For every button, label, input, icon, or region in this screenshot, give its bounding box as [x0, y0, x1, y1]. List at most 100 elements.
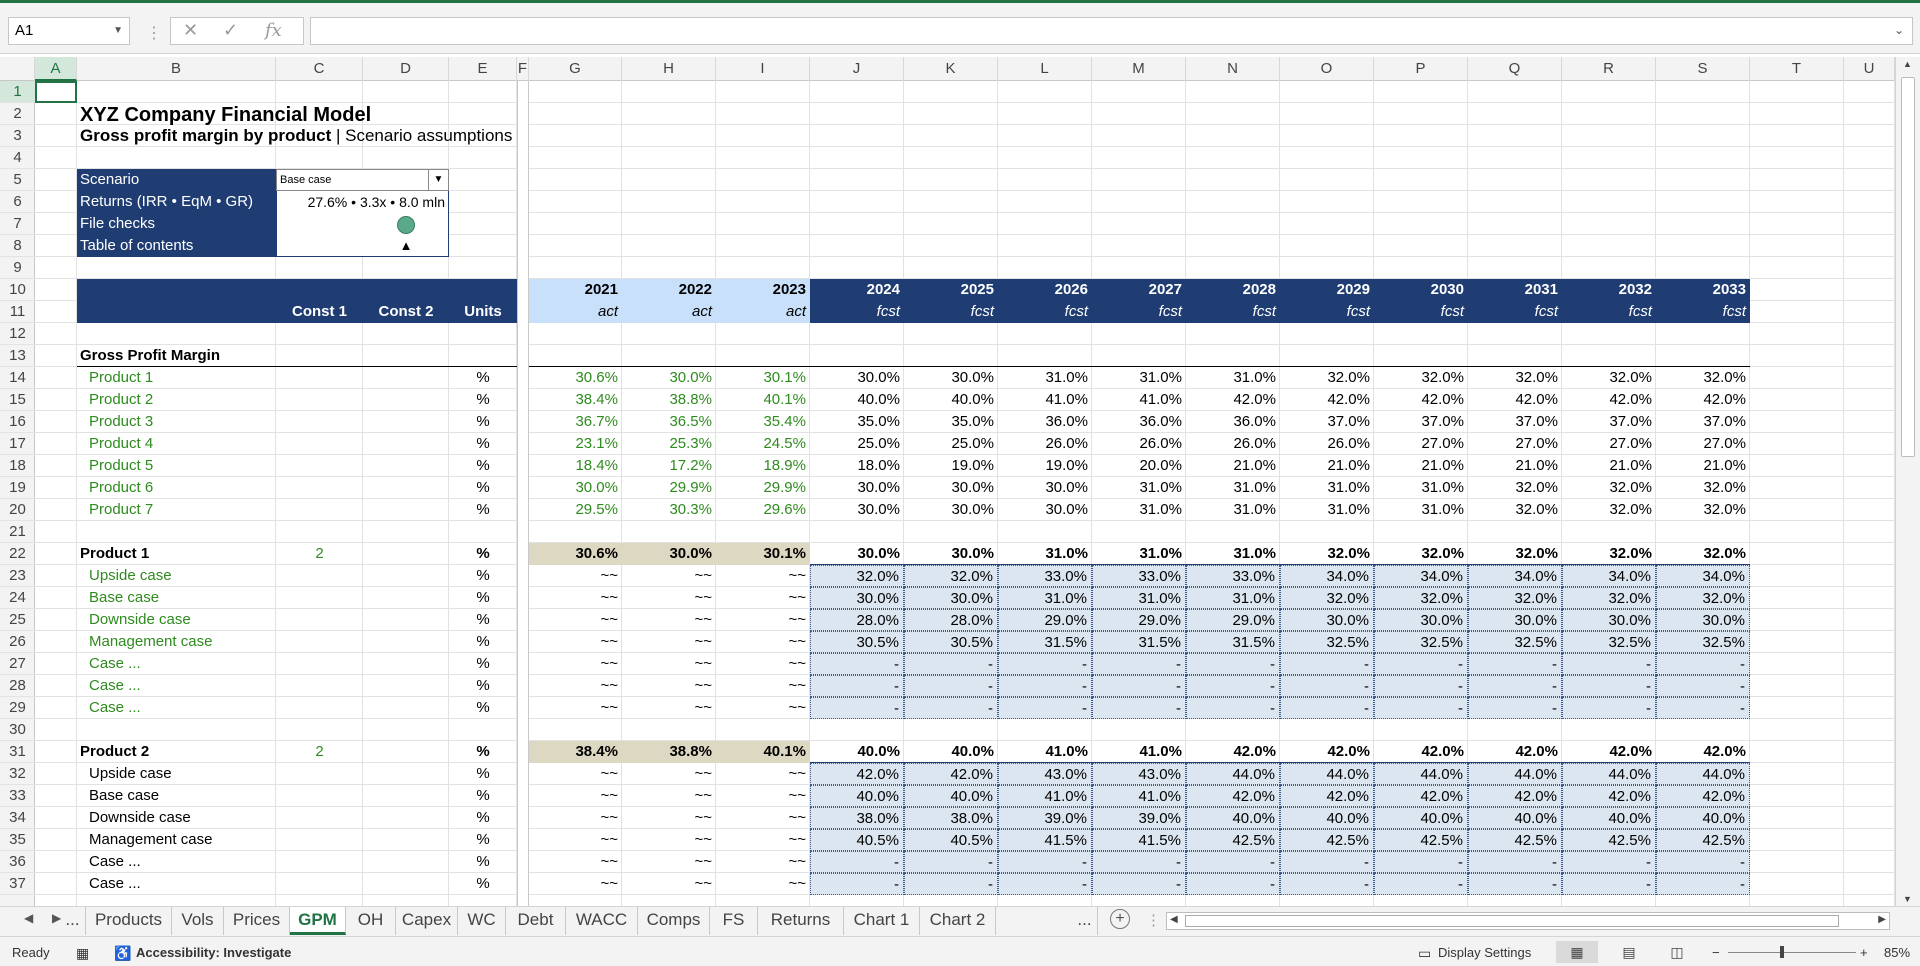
- input-cell[interactable]: 32.5%: [1562, 631, 1656, 653]
- tilde-cell[interactable]: ~~: [622, 829, 716, 851]
- input-cell[interactable]: 41.5%: [998, 829, 1092, 851]
- column-header-o[interactable]: O: [1280, 57, 1374, 81]
- row-header-29[interactable]: 29: [0, 697, 35, 719]
- year-2033[interactable]: 2033: [1656, 279, 1750, 301]
- input-cell[interactable]: 39.0%: [1092, 807, 1186, 829]
- value-cell[interactable]: 21.0%: [1186, 455, 1280, 477]
- value-cell[interactable]: 41.0%: [1092, 389, 1186, 411]
- input-cell[interactable]: 33.0%: [998, 565, 1092, 587]
- input-cell[interactable]: 40.0%: [810, 785, 904, 807]
- zoom-slider[interactable]: [1728, 952, 1856, 953]
- tilde-cell[interactable]: ~~: [716, 653, 810, 675]
- year-2027[interactable]: 2027: [1092, 279, 1186, 301]
- input-cell[interactable]: 40.0%: [1562, 807, 1656, 829]
- row-header-24[interactable]: 24: [0, 587, 35, 609]
- value-cell[interactable]: 32.0%: [1656, 499, 1750, 521]
- input-cell[interactable]: 42.5%: [1280, 829, 1374, 851]
- period-type-2021[interactable]: act: [529, 301, 622, 323]
- value-cell[interactable]: 41.0%: [1092, 741, 1186, 763]
- unit-cell[interactable]: %: [449, 455, 517, 477]
- row-header-34[interactable]: 34: [0, 807, 35, 829]
- column-header-c[interactable]: C: [276, 57, 363, 81]
- tilde-cell[interactable]: ~~: [529, 565, 622, 587]
- input-cell[interactable]: -: [1656, 697, 1750, 719]
- value-cell[interactable]: 32.0%: [1468, 367, 1562, 389]
- row-header-32[interactable]: 32: [0, 763, 35, 785]
- input-cell[interactable]: 42.0%: [904, 763, 998, 785]
- scenario-select[interactable]: Base case ▼: [276, 169, 449, 191]
- tilde-cell[interactable]: ~~: [529, 785, 622, 807]
- input-cell[interactable]: 31.0%: [998, 587, 1092, 609]
- tab-chart-2[interactable]: Chart 2: [920, 907, 996, 935]
- row-header-9[interactable]: 9: [0, 257, 35, 279]
- row-header-35[interactable]: 35: [0, 829, 35, 851]
- input-cell[interactable]: 42.5%: [1656, 829, 1750, 851]
- header-units[interactable]: Units: [449, 301, 517, 323]
- unit-cell[interactable]: %: [449, 873, 517, 895]
- input-cell[interactable]: 40.0%: [1468, 807, 1562, 829]
- value-cell[interactable]: 29.9%: [716, 477, 810, 499]
- input-cell[interactable]: 31.0%: [1092, 587, 1186, 609]
- row-header-20[interactable]: 20: [0, 499, 35, 521]
- value-cell[interactable]: 32.0%: [1374, 367, 1468, 389]
- block-const1[interactable]: 2: [276, 543, 363, 565]
- tab-overflow[interactable]: ...: [1072, 907, 1098, 935]
- tilde-cell[interactable]: ~~: [622, 785, 716, 807]
- cancel-icon[interactable]: ✕: [183, 20, 198, 41]
- input-cell[interactable]: -: [1656, 653, 1750, 675]
- input-cell[interactable]: 30.0%: [1468, 609, 1562, 631]
- input-cell[interactable]: 28.0%: [810, 609, 904, 631]
- scroll-left-icon[interactable]: ◀: [1170, 914, 1178, 925]
- value-cell[interactable]: 26.0%: [1186, 433, 1280, 455]
- value-cell[interactable]: 26.0%: [1280, 433, 1374, 455]
- value-cell[interactable]: 32.0%: [1562, 367, 1656, 389]
- tab-splitter-icon[interactable]: ⋮: [1146, 911, 1161, 929]
- expand-formula-icon[interactable]: ⌄: [1894, 23, 1904, 37]
- input-cell[interactable]: 43.0%: [1092, 763, 1186, 785]
- input-cell[interactable]: 31.5%: [1186, 631, 1280, 653]
- row-header-11[interactable]: 11: [0, 301, 35, 323]
- row-header-15[interactable]: 15: [0, 389, 35, 411]
- value-cell[interactable]: 32.0%: [1656, 543, 1750, 565]
- input-cell[interactable]: 40.0%: [1374, 807, 1468, 829]
- value-cell[interactable]: 23.1%: [529, 433, 622, 455]
- input-cell[interactable]: -: [1374, 675, 1468, 697]
- year-2031[interactable]: 2031: [1468, 279, 1562, 301]
- value-cell[interactable]: 18.9%: [716, 455, 810, 477]
- year-2024[interactable]: 2024: [810, 279, 904, 301]
- input-cell[interactable]: -: [810, 697, 904, 719]
- row-header-14[interactable]: 14: [0, 367, 35, 389]
- column-header-j[interactable]: J: [810, 57, 904, 81]
- tab-vols[interactable]: Vols: [172, 907, 224, 935]
- case-label[interactable]: Downside case: [89, 807, 269, 829]
- row-header-7[interactable]: 7: [0, 213, 35, 235]
- value-cell[interactable]: 30.6%: [529, 543, 622, 565]
- case-label[interactable]: Management case: [89, 631, 269, 653]
- tilde-cell[interactable]: ~~: [622, 851, 716, 873]
- tilde-cell[interactable]: ~~: [622, 675, 716, 697]
- row-header-18[interactable]: 18: [0, 455, 35, 477]
- input-cell[interactable]: 42.5%: [1374, 829, 1468, 851]
- value-cell[interactable]: 17.2%: [622, 455, 716, 477]
- input-cell[interactable]: -: [810, 653, 904, 675]
- gpm-row-label[interactable]: Product 1: [89, 367, 269, 389]
- column-header-s[interactable]: S: [1656, 57, 1750, 81]
- row-header-5[interactable]: 5: [0, 169, 35, 191]
- unit-cell[interactable]: %: [449, 763, 517, 785]
- value-cell[interactable]: 21.0%: [1562, 455, 1656, 477]
- value-cell[interactable]: 30.0%: [810, 499, 904, 521]
- input-cell[interactable]: 41.0%: [1092, 785, 1186, 807]
- value-cell[interactable]: 37.0%: [1280, 411, 1374, 433]
- row-header-6[interactable]: 6: [0, 191, 35, 213]
- value-cell[interactable]: 31.0%: [1186, 543, 1280, 565]
- column-header-u[interactable]: U: [1844, 57, 1895, 81]
- input-cell[interactable]: 32.0%: [904, 565, 998, 587]
- column-header-m[interactable]: M: [1092, 57, 1186, 81]
- value-cell[interactable]: 40.1%: [716, 741, 810, 763]
- value-cell[interactable]: 42.0%: [1186, 741, 1280, 763]
- value-cell[interactable]: 40.0%: [810, 741, 904, 763]
- input-cell[interactable]: 30.5%: [810, 631, 904, 653]
- input-cell[interactable]: -: [1092, 653, 1186, 675]
- gpm-row-label[interactable]: Product 2: [89, 389, 269, 411]
- select-all-corner[interactable]: [0, 57, 35, 81]
